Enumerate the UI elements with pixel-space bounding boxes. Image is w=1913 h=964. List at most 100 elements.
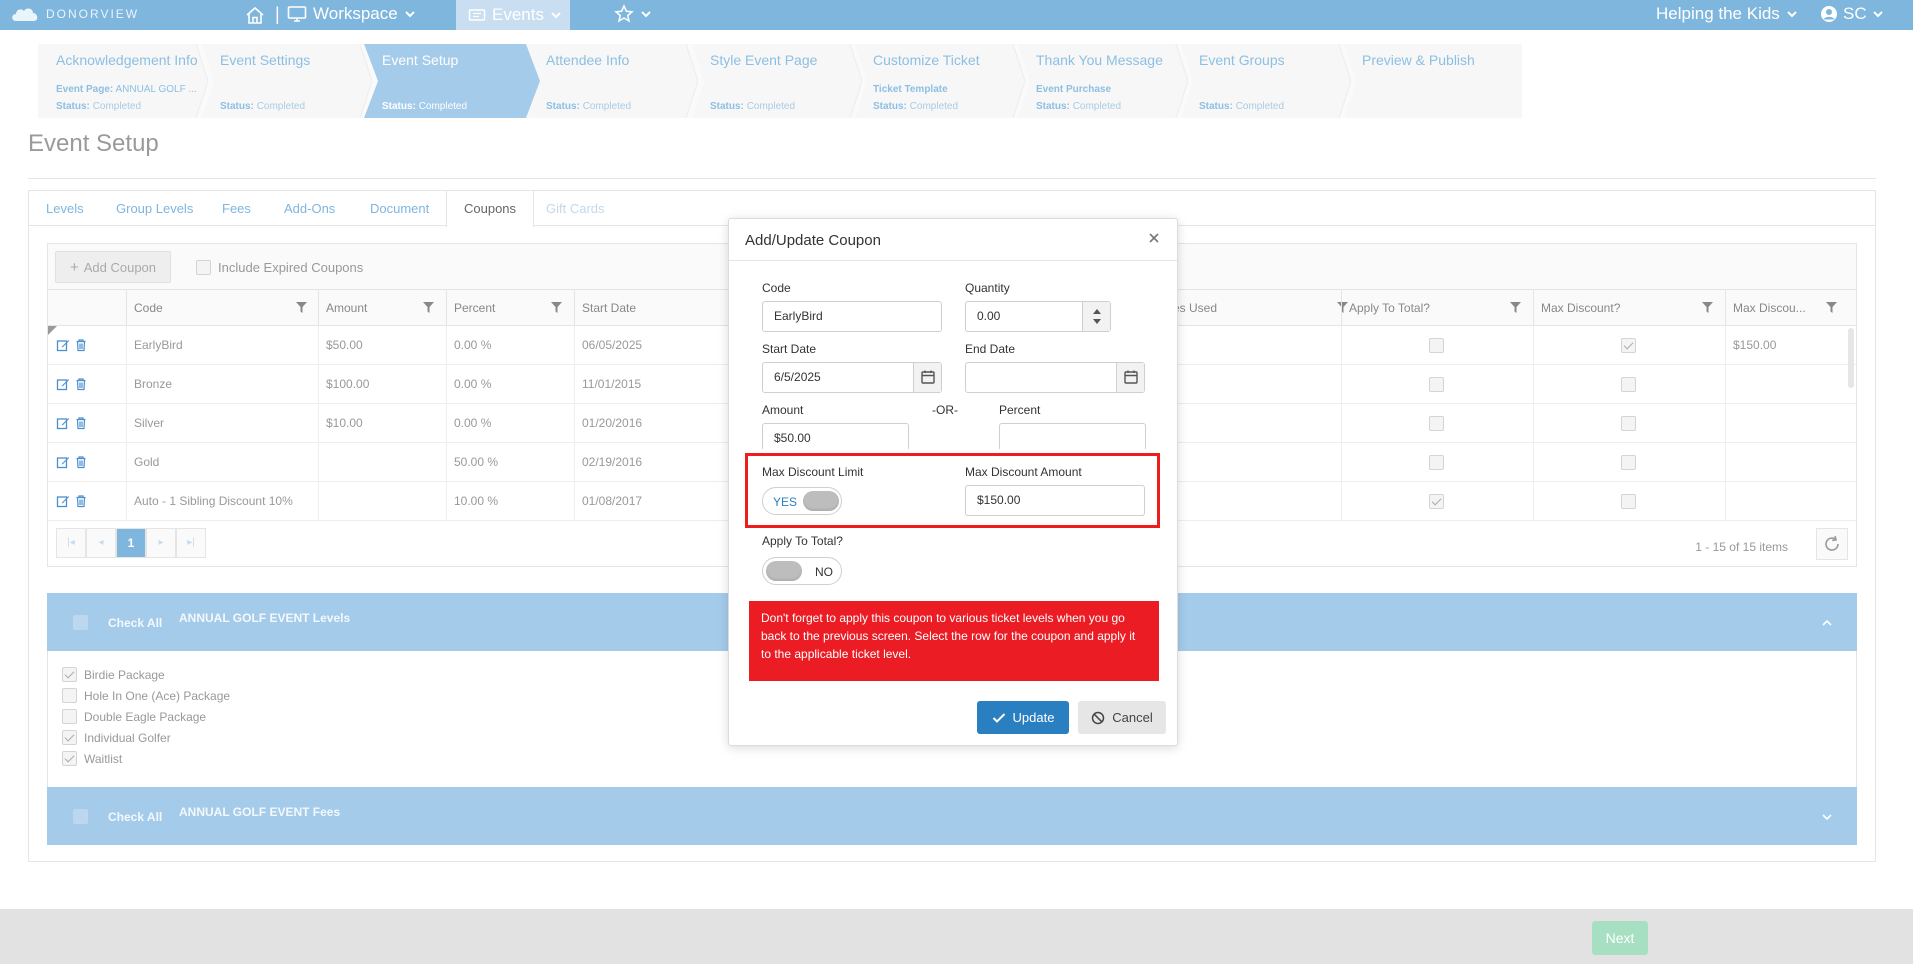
cancel-button[interactable]: Cancel bbox=[1078, 701, 1166, 734]
prev-page-button[interactable]: ◂ bbox=[86, 528, 116, 558]
filter-icon[interactable] bbox=[551, 302, 562, 313]
include-expired-checkbox[interactable]: Include Expired Coupons bbox=[196, 260, 363, 275]
wizard-step-attendee-info[interactable]: Attendee Info Status: Completed bbox=[528, 44, 698, 118]
wizard-step-style-event-page[interactable]: Style Event Page Status: Completed bbox=[692, 44, 862, 118]
amount-label: Amount bbox=[762, 403, 804, 417]
wizard-step-thank-you-message[interactable]: Thank You Message Event Purchase Status:… bbox=[1018, 44, 1188, 118]
step-subtitle: Ticket Template bbox=[873, 84, 948, 95]
wizard-step-acknowledgement-info[interactable]: Acknowledgement Info Event Page: ANNUAL … bbox=[38, 44, 208, 118]
tab-coupons[interactable]: Coupons bbox=[446, 191, 535, 227]
percent-input[interactable] bbox=[999, 423, 1146, 449]
max-discount-limit-toggle[interactable]: YES bbox=[762, 487, 842, 515]
brand-logo[interactable]: DONORVIEW bbox=[10, 5, 139, 23]
last-page-button[interactable]: ▸| bbox=[176, 528, 206, 558]
header-percent[interactable]: Percent bbox=[446, 290, 574, 326]
chevron-up-icon[interactable] bbox=[1821, 617, 1833, 629]
level-item[interactable]: Double Eagle Package bbox=[62, 709, 206, 724]
cell-percent: 0.00 % bbox=[446, 404, 574, 443]
end-date-picker-button[interactable] bbox=[1116, 363, 1144, 392]
edit-icon[interactable] bbox=[56, 416, 70, 430]
tab-document[interactable]: Document bbox=[353, 191, 446, 226]
apply-to-total-toggle[interactable]: NO bbox=[762, 557, 842, 585]
max-discount-amount-input[interactable]: $150.00 bbox=[965, 485, 1145, 516]
filter-icon[interactable] bbox=[1826, 302, 1837, 313]
level-item[interactable]: Hole In One (Ace) Package bbox=[62, 688, 230, 703]
next-page-button[interactable]: ▸ bbox=[146, 528, 176, 558]
close-icon[interactable] bbox=[1147, 231, 1161, 245]
cell-percent: 0.00 % bbox=[446, 365, 574, 404]
filter-icon[interactable] bbox=[296, 302, 307, 313]
wizard-step-event-settings[interactable]: Event Settings Status: Completed bbox=[202, 44, 372, 118]
header-max-discount-amount[interactable]: Max Discou... bbox=[1725, 290, 1850, 326]
wizard-step-customize-ticket[interactable]: Customize Ticket Ticket Template Status:… bbox=[855, 44, 1025, 118]
first-page-button[interactable]: |◂ bbox=[56, 528, 86, 558]
header-max-discount[interactable]: Max Discount? bbox=[1533, 290, 1725, 326]
edit-icon[interactable] bbox=[56, 377, 70, 391]
wizard-step-event-setup[interactable]: Event Setup Status: Completed bbox=[364, 44, 540, 118]
end-date-label: End Date bbox=[965, 342, 1016, 356]
grid-vertical-scrollbar[interactable] bbox=[1848, 328, 1854, 388]
organization-menu[interactable]: Helping the Kids bbox=[1656, 4, 1798, 24]
wizard-step-preview-publish[interactable]: Preview & Publish bbox=[1344, 44, 1522, 118]
start-date-picker-button[interactable] bbox=[913, 363, 941, 392]
header-apply-to-total[interactable]: Apply To Total? bbox=[1341, 290, 1533, 326]
fees-accordion-header[interactable]: Check All ANNUAL GOLF EVENT Fees bbox=[47, 787, 1857, 845]
level-item[interactable]: Waitlist bbox=[62, 751, 122, 766]
level-item[interactable]: Individual Golfer bbox=[62, 730, 171, 745]
level-checkbox[interactable] bbox=[62, 730, 77, 745]
end-date-input[interactable] bbox=[965, 362, 1145, 393]
trash-icon[interactable] bbox=[74, 494, 88, 508]
page-number-button[interactable]: 1 bbox=[116, 528, 146, 558]
trash-icon[interactable] bbox=[74, 338, 88, 352]
filter-icon[interactable] bbox=[423, 302, 434, 313]
edit-icon[interactable] bbox=[56, 455, 70, 469]
row-checkbox bbox=[1621, 338, 1636, 353]
step-title: Event Settings bbox=[220, 52, 311, 68]
cell-code: Silver bbox=[126, 404, 318, 443]
level-checkbox[interactable] bbox=[62, 709, 77, 724]
wizard-step-event-groups[interactable]: Event Groups Status: Completed bbox=[1181, 44, 1351, 118]
tab-add-ons[interactable]: Add-Ons bbox=[267, 191, 352, 226]
workspace-menu[interactable]: Workspace bbox=[287, 4, 416, 24]
level-checkbox[interactable] bbox=[62, 751, 77, 766]
filter-icon[interactable] bbox=[1510, 302, 1521, 313]
trash-icon[interactable] bbox=[74, 455, 88, 469]
tab-group-levels[interactable]: Group Levels bbox=[99, 191, 210, 226]
filter-icon[interactable] bbox=[1702, 302, 1713, 313]
checkbox-box[interactable] bbox=[196, 260, 211, 275]
amount-input[interactable]: $50.00 bbox=[762, 423, 909, 449]
quantity-spinner[interactable] bbox=[1082, 302, 1110, 331]
quantity-stepper[interactable]: 0.00 bbox=[965, 301, 1111, 332]
tab-gift-cards[interactable]: Gift Cards bbox=[529, 191, 622, 226]
add-update-coupon-modal: Add/Update Coupon Code EarlyBird Quantit… bbox=[728, 218, 1178, 746]
events-menu[interactable]: Events bbox=[456, 0, 570, 30]
start-date-input[interactable]: 6/5/2025 bbox=[762, 362, 942, 393]
add-coupon-button[interactable]: + Add Coupon bbox=[55, 251, 171, 283]
header-amount[interactable]: Amount bbox=[318, 290, 446, 326]
header-code[interactable]: Code bbox=[126, 290, 318, 326]
update-button[interactable]: Update bbox=[977, 701, 1069, 734]
calendar-icon bbox=[921, 370, 935, 384]
user-menu[interactable]: SC bbox=[1820, 4, 1884, 24]
trash-icon[interactable] bbox=[74, 416, 88, 430]
favorites-menu[interactable] bbox=[614, 4, 652, 24]
code-input[interactable]: EarlyBird bbox=[762, 301, 942, 332]
refresh-icon bbox=[1825, 535, 1839, 551]
home-icon[interactable] bbox=[244, 4, 266, 26]
edit-icon[interactable] bbox=[56, 338, 70, 352]
chevron-down-icon[interactable] bbox=[1821, 811, 1833, 823]
tab-levels[interactable]: Levels bbox=[29, 191, 101, 226]
row-actions bbox=[48, 443, 126, 482]
trash-icon[interactable] bbox=[74, 377, 88, 391]
next-button[interactable]: Next bbox=[1592, 921, 1648, 955]
header-times-used[interactable]: es Used bbox=[1166, 290, 1358, 326]
edit-icon[interactable] bbox=[56, 494, 70, 508]
level-label: Birdie Package bbox=[84, 667, 165, 682]
tab-fees[interactable]: Fees bbox=[205, 191, 268, 226]
check-all-levels-checkbox[interactable] bbox=[73, 615, 88, 630]
level-item[interactable]: Birdie Package bbox=[62, 667, 165, 682]
level-checkbox[interactable] bbox=[62, 667, 77, 682]
refresh-button[interactable] bbox=[1816, 528, 1848, 560]
check-all-fees-checkbox[interactable] bbox=[73, 809, 88, 824]
level-checkbox[interactable] bbox=[62, 688, 77, 703]
